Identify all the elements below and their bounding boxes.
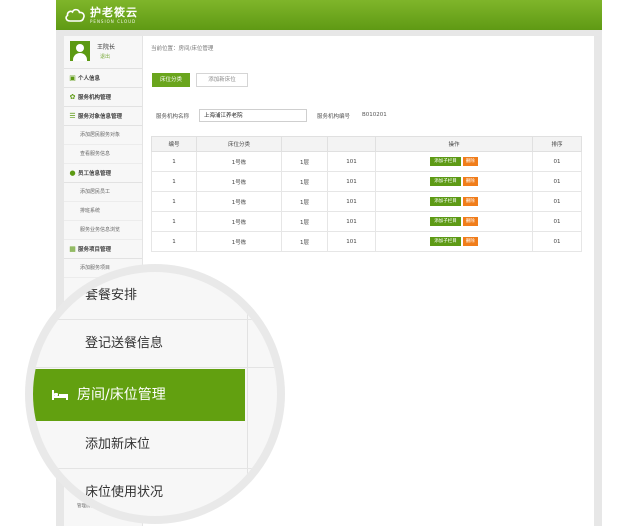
cell-room: 101 [327,171,376,192]
delete-button[interactable]: 删除 [462,197,478,206]
cell-order: 01 [532,171,582,192]
cell-floor: 1层 [281,211,328,232]
sidebar-subitem-add-client[interactable]: 添加居民服务对象 [64,126,142,145]
sidebar-subitem-add-staff[interactable]: 添加居民员工 [64,183,142,202]
magnifier-lens: 套餐安排 登记送餐信息 房间/床位管理 添加新床位 床位使用状况 [25,264,285,524]
magnified-item-meal-plan[interactable]: 套餐安排 [33,272,277,320]
magnified-item-meal-delivery[interactable]: 登记送餐信息 [33,320,277,368]
sidebar-item-institution[interactable]: ✿ 服务机构管理 [64,88,142,107]
institution-name-field[interactable]: 上海浦江养老院 [199,109,307,122]
top-bar: 护老筱云 PENSION CLOUD [56,0,602,30]
col-header-floor [281,136,328,152]
delete-button[interactable]: 删除 [462,157,478,166]
col-header-order: 排序 [532,136,582,152]
magnified-item-room-bed-management[interactable]: 房间/床位管理 [33,369,245,421]
cell-room: 101 [327,211,376,232]
person-icon: ● [69,169,76,177]
delete-button[interactable]: 删除 [462,177,478,186]
sidebar-subitem-service-browse[interactable]: 服务业务信息浏览 [64,221,142,240]
cell-building: 1号栋 [196,191,282,212]
brand-subtitle: PENSION CLOUD [90,18,137,24]
list-icon: ☰ [69,112,76,120]
cell-no: 1 [151,191,197,212]
user-name: 王院长 [97,44,116,51]
sidebar-item-clients[interactable]: ☰ 服务对象信息管理 [64,107,142,126]
cell-room: 101 [327,231,376,252]
add-subitem-button[interactable]: 添加子栏目 [430,217,461,226]
cell-floor: 1层 [281,191,328,212]
cell-actions: 添加子栏目 删除 [375,231,533,252]
table-row: 1 1号栋 1层 101 添加子栏目 删除 01 [151,171,582,192]
cell-order: 01 [532,151,582,172]
cloud-logo-icon [65,8,85,22]
cell-order: 01 [532,231,582,252]
table-row: 1 1号栋 1层 101 添加子栏目 删除 01 [151,231,582,252]
table-header-row: 编号 床位分类 操作 排序 [151,136,582,152]
magnifier-inner: 套餐安排 登记送餐信息 房间/床位管理 添加新床位 床位使用状况 [33,272,277,516]
cell-order: 01 [532,191,582,212]
table-row: 1 1号栋 1层 101 添加子栏目 删除 01 [151,211,582,232]
cell-actions: 添加子栏目 删除 [375,171,533,192]
cell-building: 1号栋 [196,151,282,172]
cell-no: 1 [151,151,197,172]
magnified-item-label: 房间/床位管理 [77,387,166,403]
tab-add-bed[interactable]: 添加新床位 [196,73,248,87]
cell-no: 1 [151,171,197,192]
sidebar-item-service-projects[interactable]: ▦ 服务项目管理 [64,240,142,259]
cell-floor: 1层 [281,151,328,172]
breadcrumb: 当前位置：房间/床位管理 [151,46,214,52]
cell-order: 01 [532,211,582,232]
user-box: 王院长 退出 [64,36,142,69]
logo[interactable]: 护老筱云 PENSION CLOUD [64,5,138,25]
cell-no: 1 [151,231,197,252]
cell-floor: 1层 [281,231,328,252]
delete-button[interactable]: 删除 [462,237,478,246]
cell-room: 101 [327,191,376,212]
cell-building: 1号栋 [196,211,282,232]
add-subitem-button[interactable]: 添加子栏目 [430,157,461,166]
col-header-no: 编号 [151,136,197,152]
tab-bed-category[interactable]: 床位分类 [152,73,190,87]
avatar[interactable] [70,41,90,61]
user-card-icon: ▣ [69,74,76,82]
bed-table: 编号 床位分类 操作 排序 1 1号栋 1层 101 添加子栏目 删除 01 1… [151,136,582,252]
cell-actions: 添加子栏目 删除 [375,191,533,212]
magnified-item-bed-status[interactable]: 床位使用状况 [33,469,277,516]
delete-button[interactable]: 删除 [462,217,478,226]
gear-icon: ✿ [69,93,76,101]
institution-code-value: B010201 [362,112,387,118]
sidebar-subitem-schedule[interactable]: 排班系统 [64,202,142,221]
brand-name: 护老筱云 [90,5,138,19]
grid-icon: ▦ [69,245,76,253]
cell-actions: 添加子栏目 删除 [375,211,533,232]
add-subitem-button[interactable]: 添加子栏目 [430,177,461,186]
add-subitem-button[interactable]: 添加子栏目 [430,197,461,206]
cell-building: 1号栋 [196,171,282,192]
col-header-room [327,136,376,152]
col-header-category: 床位分类 [196,136,282,152]
cell-floor: 1层 [281,171,328,192]
add-subitem-button[interactable]: 添加子栏目 [430,237,461,246]
sidebar-item-profile[interactable]: ▣ 个人信息 [64,69,142,88]
magnified-item-add-bed[interactable]: 添加新床位 [33,421,277,469]
bed-icon [52,390,68,400]
table-row: 1 1号栋 1层 101 添加子栏目 删除 01 [151,151,582,172]
sidebar-subitem-view-service[interactable]: 查看服务信息 [64,145,142,164]
cell-actions: 添加子栏目 删除 [375,151,533,172]
sidebar-item-staff[interactable]: ● 员工信息管理 [64,164,142,183]
table-row: 1 1号栋 1层 101 添加子栏目 删除 01 [151,191,582,212]
cell-no: 1 [151,211,197,232]
cell-room: 101 [327,151,376,172]
institution-code-label: 服务机构编号 [317,114,351,120]
cell-building: 1号栋 [196,231,282,252]
logout-link[interactable]: 退出 [100,53,110,60]
col-header-actions: 操作 [375,136,533,152]
institution-name-label: 服务机构名称 [156,114,190,120]
